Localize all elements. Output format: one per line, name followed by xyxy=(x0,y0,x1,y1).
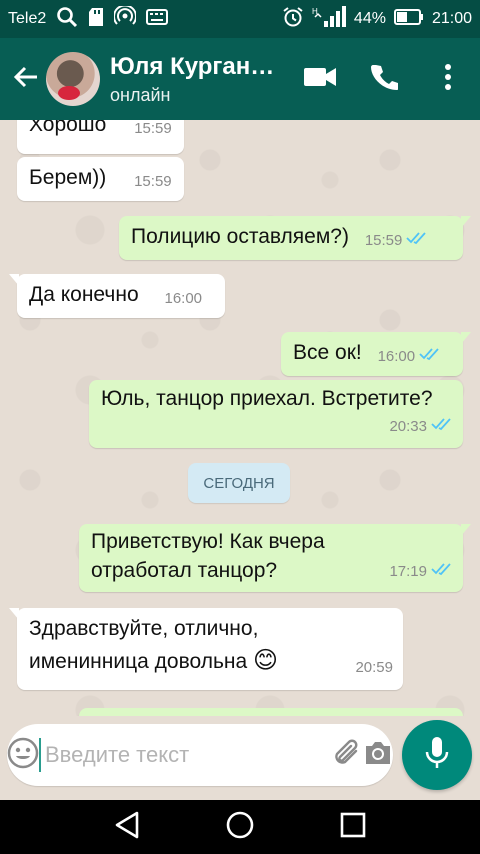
nav-home-button[interactable] xyxy=(210,800,270,854)
composer xyxy=(7,724,393,786)
message-time: 16:00 xyxy=(377,348,416,365)
voice-message-button[interactable] xyxy=(402,720,472,790)
read-ticks-icon xyxy=(431,557,453,586)
contact-status: онлайн xyxy=(110,84,171,105)
camera-button[interactable] xyxy=(363,724,393,786)
back-arrow-icon xyxy=(13,65,39,94)
message-outgoing[interactable]: Полицию оставляем?) 15:59 xyxy=(119,216,471,260)
chat-header: Юля Курган… онлайн xyxy=(0,38,480,120)
sd-card-icon xyxy=(88,7,104,32)
contact-avatar[interactable] xyxy=(46,52,100,106)
contact-info[interactable]: Юля Курган… онлайн xyxy=(110,53,286,106)
message-text: Юль, танцор приехал. Встретите? xyxy=(101,387,433,410)
message-text-line2: именинница довольна xyxy=(29,650,248,673)
system-nav-bar xyxy=(0,800,480,854)
back-button[interactable] xyxy=(6,38,46,120)
carrier-label: Tele2 xyxy=(8,10,47,27)
message-time: 20:59 xyxy=(355,659,393,676)
emoji-icon xyxy=(7,737,39,774)
message-outgoing-partial[interactable] xyxy=(79,708,463,716)
message-text: Все ок! xyxy=(293,341,362,364)
nav-recents-button[interactable] xyxy=(323,800,383,854)
status-bar: Tele2 H 44% 21:00 xyxy=(0,0,480,38)
message-time: 16:00 xyxy=(164,290,203,307)
message-input[interactable] xyxy=(39,738,333,772)
search-icon xyxy=(56,6,78,33)
message-outgoing[interactable]: Все ок! 16:00 xyxy=(281,332,471,376)
message-incoming[interactable]: Здравствуйте, отлично, именинница доволь… xyxy=(9,608,403,690)
nav-back-button[interactable] xyxy=(97,800,157,854)
more-vert-icon xyxy=(444,63,452,96)
mic-icon xyxy=(424,736,450,775)
clock: 21:00 xyxy=(431,10,472,27)
message-text-line1: Приветствую! Как вчера xyxy=(91,530,325,553)
hotspot-icon xyxy=(113,4,138,33)
video-call-button[interactable] xyxy=(288,38,352,120)
message-text: Полицию оставляем?) xyxy=(131,225,349,248)
overflow-menu-button[interactable] xyxy=(416,38,480,120)
message-outgoing[interactable]: Юль, танцор приехал. Встретите? 20:33 xyxy=(89,380,463,448)
emoji-button[interactable] xyxy=(7,724,39,786)
voice-call-button[interactable] xyxy=(352,38,416,120)
camera-icon xyxy=(363,740,393,771)
message-incoming[interactable]: Да конечно 16:00 xyxy=(9,274,225,318)
chat-area[interactable]: Хорошо 15:59 Берем)) 15:59 Полицию остав… xyxy=(0,120,480,716)
message-time: 15:59 xyxy=(364,232,403,249)
message-time: 15:59 xyxy=(134,120,172,137)
battery-icon xyxy=(393,8,424,30)
date-divider: СЕГОДНЯ xyxy=(188,463,290,503)
keyboard-icon xyxy=(146,8,169,30)
home-circle-icon xyxy=(225,810,255,845)
video-call-icon xyxy=(303,66,337,93)
battery-percent: 44% xyxy=(353,10,386,27)
smile-emoji: 😊 xyxy=(253,647,279,674)
read-ticks-icon xyxy=(431,412,453,442)
read-ticks-icon xyxy=(406,226,428,256)
signal-icon: H xyxy=(312,5,346,34)
contact-name: Юля Курган… xyxy=(110,52,275,80)
read-ticks-icon xyxy=(419,342,441,372)
recents-square-icon xyxy=(340,812,366,843)
alarm-icon xyxy=(282,6,304,33)
message-text: Хорошо xyxy=(29,120,107,136)
phone-icon xyxy=(370,63,399,96)
message-text: Берем)) xyxy=(29,166,107,189)
message-text: Да конечно xyxy=(29,283,139,306)
attach-button[interactable] xyxy=(333,724,363,786)
message-text-line1: Здравствуйте, отлично, xyxy=(29,617,259,640)
message-outgoing[interactable]: Приветствую! Как вчера отработал танцор?… xyxy=(79,524,471,592)
message-time: 20:33 xyxy=(389,418,427,435)
message-time: 17:19 xyxy=(389,563,427,580)
message-incoming[interactable]: Хорошо 15:59 xyxy=(17,120,184,154)
composer-bar xyxy=(0,716,480,800)
message-time: 15:59 xyxy=(134,173,172,190)
message-incoming[interactable]: Берем)) 15:59 xyxy=(17,157,184,201)
back-triangle-icon xyxy=(114,811,140,844)
attach-icon xyxy=(333,738,363,773)
